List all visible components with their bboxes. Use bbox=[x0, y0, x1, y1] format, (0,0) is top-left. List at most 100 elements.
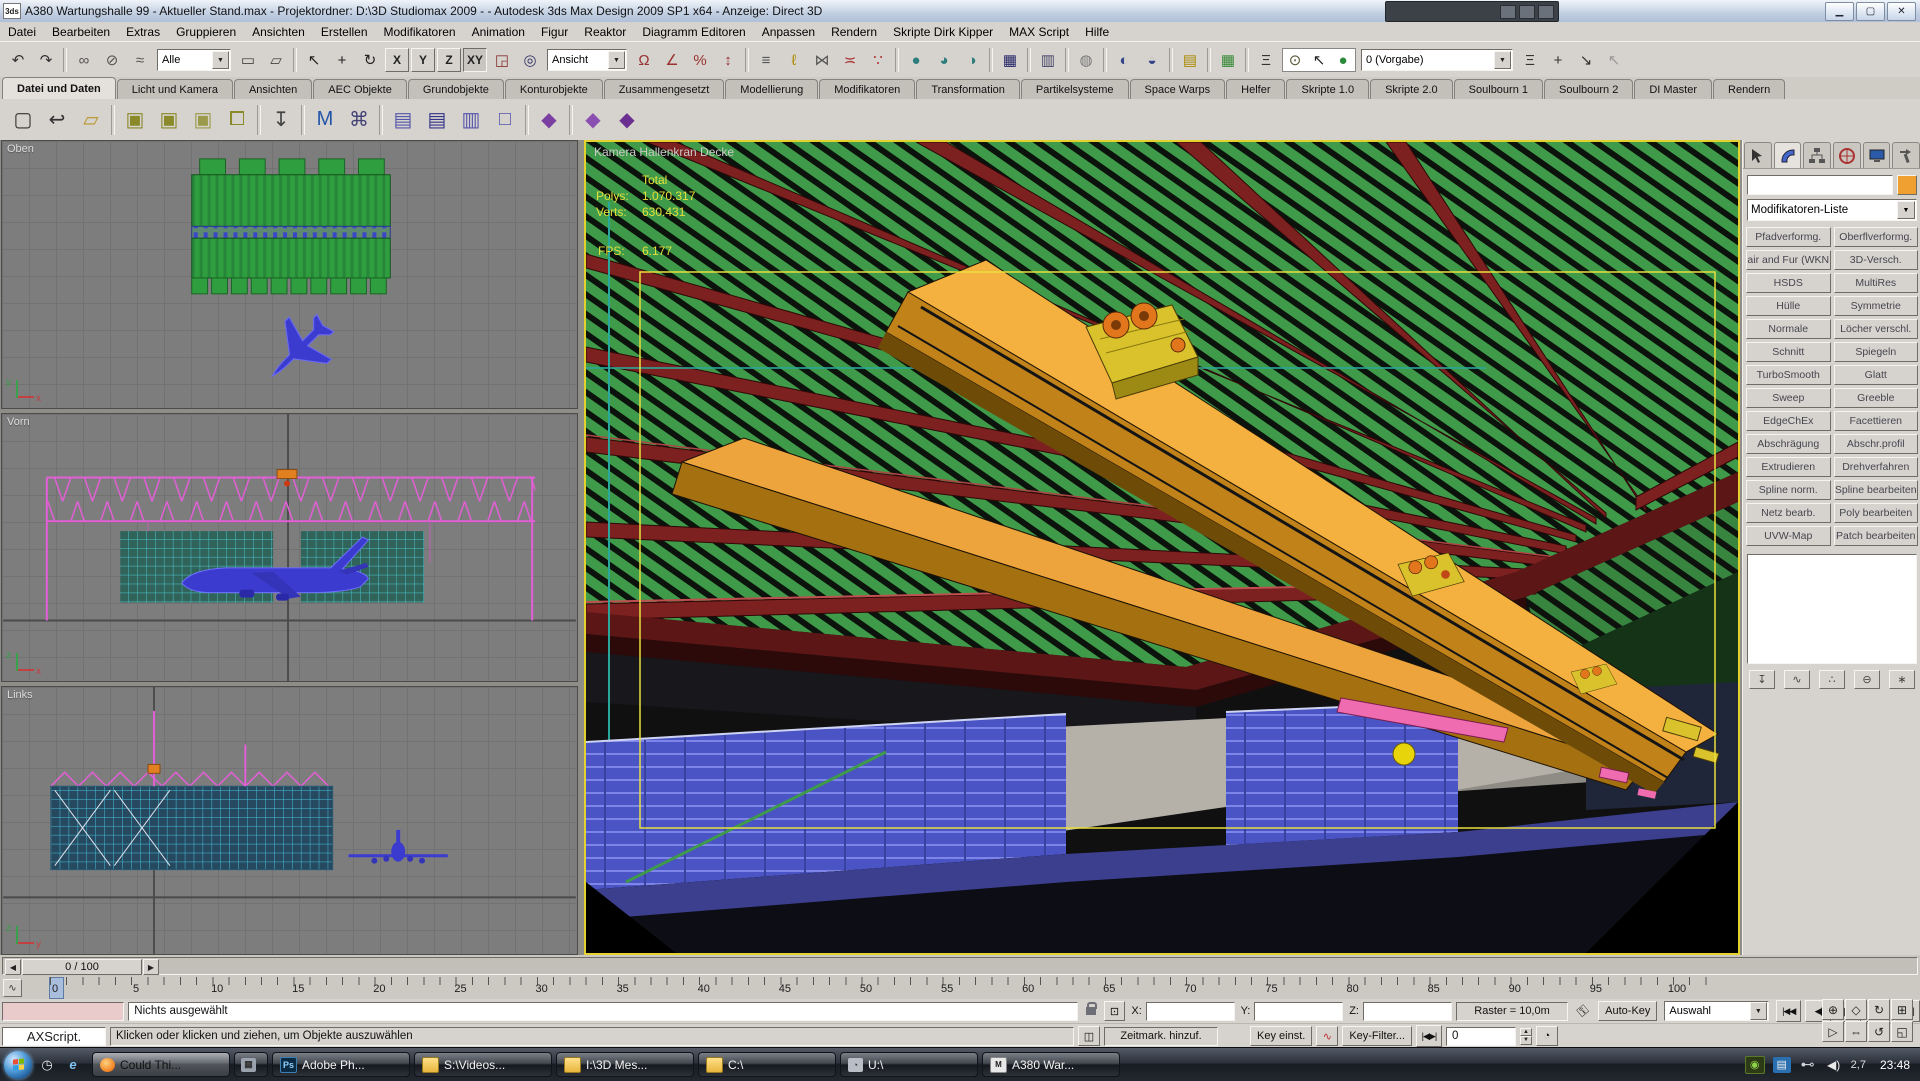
object-color-swatch[interactable] bbox=[1897, 175, 1917, 195]
minimize-button[interactable]: ▁ bbox=[1825, 2, 1854, 21]
menu-skripte-dirk-kipper[interactable]: Skripte Dirk Kipper bbox=[885, 23, 1001, 41]
viewport-left-canvas[interactable] bbox=[2, 687, 577, 954]
create-panel-tab[interactable] bbox=[1744, 142, 1772, 168]
modifier-button-spline-norm-[interactable]: Spline norm. bbox=[1746, 480, 1831, 500]
list-window-icon[interactable]: ▤ bbox=[421, 104, 453, 136]
previous-frame-arrow[interactable]: ◀ bbox=[5, 959, 21, 975]
save-copy-icon[interactable]: ▣ bbox=[187, 104, 219, 136]
taskbar-button-could-thi-[interactable]: Could Thi... bbox=[92, 1052, 230, 1077]
isolate-cube-icon[interactable]: ◫ bbox=[1078, 1026, 1100, 1046]
maxscript-listener-label[interactable]: AXScript. bbox=[2, 1027, 106, 1046]
pin-icon[interactable]: ↧ bbox=[265, 104, 297, 136]
title-bar[interactable]: 3ds A380 Wartungshalle 99 - Aktueller St… bbox=[0, 0, 1920, 23]
help-book-icon[interactable]: ◆ bbox=[533, 104, 565, 136]
menu-max-script[interactable]: MAX Script bbox=[1001, 23, 1077, 41]
mirror-icon[interactable]: ⋈ bbox=[809, 47, 835, 73]
pin-stack-icon[interactable]: ↧ bbox=[1749, 670, 1775, 689]
tutorials-book-icon[interactable]: ◆ bbox=[577, 104, 609, 136]
chevron-down-icon[interactable]: ▼ bbox=[608, 51, 625, 69]
key-filter-curve-icon[interactable]: ∿ bbox=[1316, 1026, 1338, 1046]
taskbar-button-a380-war-[interactable]: MA380 War... bbox=[982, 1052, 1120, 1077]
add-to-layer-icon[interactable]: ↘ bbox=[1573, 47, 1599, 73]
modifier-button-extrudieren[interactable]: Extrudieren bbox=[1746, 457, 1831, 477]
taskbar-button-tool[interactable]: ▦ bbox=[234, 1052, 268, 1077]
zoom-extents-icon[interactable]: ⊕ bbox=[1822, 999, 1844, 1020]
time-slider-handle[interactable]: 0 / 100 bbox=[22, 959, 142, 975]
viewport-camera[interactable]: Kamera Hallenkran Decke Total Polys:1.07… bbox=[584, 140, 1740, 955]
modifier-button-schnitt[interactable]: Schnitt bbox=[1746, 342, 1831, 362]
nvidia-tray-icon[interactable]: ◉ bbox=[1745, 1056, 1765, 1074]
selection-cursor-icon[interactable]: ↖ bbox=[1308, 49, 1330, 71]
tab-skripte-2-0[interactable]: Skripte 2.0 bbox=[1370, 79, 1453, 99]
viewport-camera-label[interactable]: Kamera Hallenkran Decke bbox=[594, 145, 734, 159]
tab-grundobjekte[interactable]: Grundobjekte bbox=[408, 79, 504, 99]
selection-set-dropdown[interactable]: Auswahl▼ bbox=[1664, 1001, 1768, 1021]
angle-snap-icon[interactable]: ∠ bbox=[659, 47, 685, 73]
hierarchy-panel-tab[interactable] bbox=[1803, 142, 1831, 168]
pivot-center-icon[interactable]: ◎ bbox=[517, 47, 543, 73]
select-and-link-icon[interactable]: ∞ bbox=[71, 47, 97, 73]
copy-scene-icon[interactable]: ⧠ bbox=[221, 104, 253, 136]
menu-extras[interactable]: Extras bbox=[118, 23, 168, 41]
maximize-button[interactable]: ▢ bbox=[1856, 2, 1885, 21]
modifier-button-abschr-gung[interactable]: Abschrägung bbox=[1746, 434, 1831, 454]
menu-diagramm-editoren[interactable]: Diagramm Editoren bbox=[634, 23, 753, 41]
modifier-button-greeble[interactable]: Greeble bbox=[1834, 388, 1919, 408]
viewport-front[interactable]: Vorn bbox=[1, 413, 578, 682]
taskbar-button-i-3d-mes-[interactable]: I:\3D Mes... bbox=[556, 1052, 694, 1077]
select-object-icon[interactable]: ↖ bbox=[301, 47, 327, 73]
menu-ansichten[interactable]: Ansichten bbox=[244, 23, 313, 41]
taskbar-button-u-[interactable]: ◔U:\ bbox=[840, 1052, 978, 1077]
spinner-snap-icon[interactable]: ↕ bbox=[715, 47, 741, 73]
chevron-down-icon[interactable]: ▼ bbox=[212, 51, 229, 69]
modifier-button-3d-versch-[interactable]: 3D-Versch. bbox=[1834, 250, 1919, 270]
menu-hilfe[interactable]: Hilfe bbox=[1077, 23, 1117, 41]
material-browser-icon[interactable]: ◒ bbox=[1139, 47, 1165, 73]
viewport-left-label[interactable]: Links bbox=[7, 689, 33, 701]
redo-icon[interactable]: ↷ bbox=[33, 47, 59, 73]
modifier-stack-list[interactable] bbox=[1747, 554, 1917, 664]
modifier-button-edgechex[interactable]: EdgeChEx bbox=[1746, 411, 1831, 431]
modifier-button-pfadverformg-[interactable]: Pfadverformg. bbox=[1746, 227, 1831, 247]
modify-panel-tab[interactable] bbox=[1774, 142, 1802, 168]
select-and-scale-icon[interactable]: ◲ bbox=[489, 47, 515, 73]
unlink-selection-icon[interactable]: ⊘ bbox=[99, 47, 125, 73]
modifier-button-patch-bearbeiten[interactable]: Patch bearbeiten bbox=[1834, 526, 1919, 546]
set-key-button[interactable]: Key einst. bbox=[1250, 1026, 1312, 1046]
time-slider-track[interactable]: ◀ 0 / 100 ▶ bbox=[2, 957, 1918, 975]
display-panel-tab[interactable] bbox=[1863, 142, 1891, 168]
time-configuration-icon[interactable]: ◔ bbox=[1536, 1026, 1558, 1046]
viewport-top[interactable]: Oben bbox=[1, 140, 578, 409]
modifier-button-l-cher-verschl-[interactable]: Löcher verschl. bbox=[1834, 319, 1919, 339]
render-teapot-mini-icon[interactable]: ● bbox=[1332, 49, 1354, 71]
walk-through-icon[interactable]: ▷ bbox=[1822, 1021, 1844, 1042]
maxscript-mini-listener[interactable] bbox=[2, 1002, 124, 1021]
save-plus-icon[interactable]: ▣ bbox=[153, 104, 185, 136]
usb-tray-icon[interactable]: ⊷ bbox=[1799, 1057, 1817, 1073]
new-scene-icon[interactable]: ▢ bbox=[7, 104, 39, 136]
chevron-down-icon[interactable]: ▼ bbox=[1494, 51, 1511, 69]
auto-key-button[interactable]: Auto-Key bbox=[1598, 1001, 1657, 1021]
align-icon[interactable]: ≍ bbox=[837, 47, 863, 73]
selection-filter-dropdown[interactable]: Alle▼ bbox=[157, 49, 231, 71]
taskbar-button-s-videos-[interactable]: S:\Videos... bbox=[414, 1052, 552, 1077]
menu-rendern[interactable]: Rendern bbox=[823, 23, 885, 41]
modifier-button-turbosmooth[interactable]: TurboSmooth bbox=[1746, 365, 1831, 385]
modifier-button-air-and-fur-wkn[interactable]: air and Fur (WKN bbox=[1746, 250, 1831, 270]
airplane-top-view[interactable] bbox=[251, 302, 346, 397]
render-presets-icon[interactable]: ▤ bbox=[1177, 47, 1203, 73]
modifier-button-uvw-map[interactable]: UVW-Map bbox=[1746, 526, 1831, 546]
menu-bearbeiten[interactable]: Bearbeiten bbox=[44, 23, 118, 41]
layer-dropdown[interactable]: 0 (Vorgabe)▼ bbox=[1361, 49, 1513, 71]
menu-reaktor[interactable]: Reaktor bbox=[576, 23, 634, 41]
modifier-button-sweep[interactable]: Sweep bbox=[1746, 388, 1831, 408]
tab-helfer[interactable]: Helfer bbox=[1226, 79, 1285, 99]
axis-constraint-y-button[interactable]: Y bbox=[411, 48, 435, 72]
select-and-move-icon[interactable]: + bbox=[329, 47, 355, 73]
remove-modifier-icon[interactable]: ⊖ bbox=[1854, 670, 1880, 689]
current-frame-field[interactable]: 0 bbox=[1446, 1027, 1516, 1046]
show-end-result-icon[interactable]: ∿ bbox=[1784, 670, 1810, 689]
viewport-camera-canvas[interactable] bbox=[586, 142, 1738, 953]
tab-zusammengesetzt[interactable]: Zusammengesetzt bbox=[604, 79, 724, 99]
coord-y-field[interactable] bbox=[1254, 1002, 1343, 1021]
